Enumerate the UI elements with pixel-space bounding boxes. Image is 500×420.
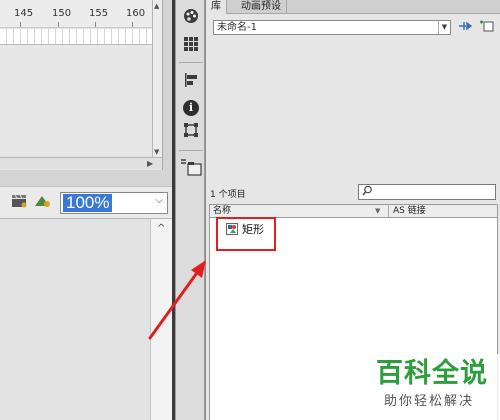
scroll-up-icon[interactable]: ▲ [154, 2, 159, 10]
timeline-empty-area [0, 45, 152, 155]
library-preview [209, 38, 498, 178]
ruler-label: 150 [52, 8, 72, 19]
timeline-panel: 145 150 155 160 ▲ ▼ ▶ [0, 0, 163, 170]
symbol-icon[interactable] [34, 194, 52, 212]
frame-ruler[interactable]: 145 150 155 160 [0, 0, 152, 28]
ruler-label: 160 [126, 8, 146, 19]
stage-area[interactable] [0, 219, 150, 420]
ruler-tick [58, 22, 59, 27]
stage-vertical-scrollbar[interactable]: ^ [150, 219, 172, 420]
item-count: 1 个项目 [210, 190, 246, 200]
pin-icon[interactable] [457, 20, 473, 35]
column-as-linkage[interactable]: AS 链接 [388, 205, 426, 217]
ruler-tick [132, 22, 133, 27]
layer-frames-row[interactable] [0, 29, 152, 45]
toolbar-separator [179, 150, 203, 151]
zoom-select[interactable]: 100% ⌵ [60, 192, 168, 214]
timeline-vertical-scrollbar[interactable]: ▲ ▼ [152, 0, 162, 158]
toolbar-separator [179, 62, 203, 63]
panel-icon-strip: i [175, 0, 205, 420]
tab-motion-presets[interactable]: 动画预设 [236, 0, 287, 14]
clapper-icon[interactable] [10, 194, 28, 212]
scroll-right-icon[interactable]: ▶ [147, 159, 153, 168]
ruler-label: 155 [89, 8, 109, 19]
watermark: 百科全说 助你轻松解决 [366, 354, 500, 420]
ruler-tick [20, 22, 21, 27]
ruler-label: 145 [14, 8, 34, 19]
search-icon [362, 185, 373, 199]
watermark-sub-text: 助你轻松解决 [384, 394, 475, 409]
align-icon[interactable] [181, 72, 201, 92]
library-status-row: 1 个项目 [206, 182, 500, 202]
document-name: 未命名-1 [217, 22, 257, 33]
library-column-header: 名称 ▼ AS 链接 [209, 204, 498, 218]
highlight-box [216, 217, 276, 251]
new-library-panel-icon[interactable] [479, 20, 495, 35]
timeline-horizontal-scrollbar[interactable]: ▶ [0, 157, 162, 169]
library-search-input[interactable] [358, 184, 496, 200]
sort-arrow-icon[interactable]: ▼ [375, 205, 380, 217]
info-icon[interactable]: i [181, 97, 201, 117]
library-icon[interactable] [179, 158, 203, 178]
document-row: 未命名-1 ▼ [209, 18, 500, 36]
chevron-down-icon[interactable]: ⌵ [155, 195, 163, 206]
chevron-up-icon[interactable]: ^ [157, 223, 165, 234]
tab-library[interactable]: 库 [206, 0, 227, 14]
ruler-tick [95, 22, 96, 27]
library-tabbar: 库 动画预设 [206, 0, 500, 14]
paint-palette-icon[interactable] [181, 8, 201, 28]
zoom-value[interactable]: 100% [63, 194, 113, 212]
transform-icon[interactable] [181, 122, 201, 142]
document-select[interactable]: 未命名-1 ▼ [213, 20, 451, 35]
grid-align-icon[interactable] [181, 36, 201, 56]
stage-toolbar: 100% ⌵ [0, 186, 172, 219]
column-name[interactable]: 名称 [213, 205, 231, 217]
scroll-down-icon[interactable]: ▼ [154, 148, 159, 156]
watermark-main-text: 百科全说 [376, 358, 488, 389]
chevron-down-icon[interactable]: ▼ [438, 21, 450, 34]
